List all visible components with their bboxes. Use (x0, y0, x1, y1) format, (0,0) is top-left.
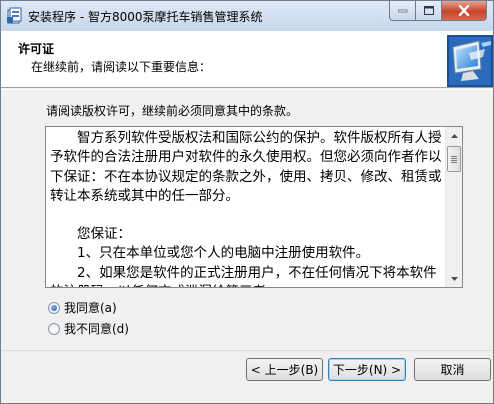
license-paragraph-2: 您保证： (50, 226, 131, 243)
arrow-up-icon (450, 133, 458, 138)
close-icon (458, 5, 470, 16)
license-paragraph-3: 1、只在本单位或您个人的电脑中注册使用软件。 (50, 245, 370, 262)
thumb-grip-line (451, 156, 457, 157)
scroll-up-button[interactable] (446, 127, 462, 144)
installer-icon (7, 7, 23, 24)
thumb-grip-line (451, 162, 457, 163)
window-title: 安装程序 - 智方8000泵摩托车销售管理系统 (28, 10, 263, 24)
scroll-thumb[interactable] (447, 146, 461, 172)
next-button[interactable]: 下一步(N) > (328, 358, 406, 381)
decline-radio[interactable] (48, 322, 60, 335)
title-bar[interactable]: 安装程序 - 智方8000泵摩托车销售管理系统 (1, 1, 493, 31)
license-paragraph-1: 智方系列软件受版权法和国际公约的保护。软件版权所有人授予软件的合法注册用户对软件… (50, 130, 442, 204)
thumb-grip-line (451, 158, 457, 159)
accept-radio[interactable] (48, 301, 60, 314)
license-scrollbar[interactable] (445, 127, 462, 287)
computer-monitor-icon (445, 33, 494, 89)
page-subtitle: 在继续前，请阅读以下重要信息： (31, 60, 212, 74)
license-text: 智方系列软件受版权法和国际公约的保护。软件版权所有人授予软件的合法注册用户对软件… (50, 129, 444, 287)
license-blank-line (50, 206, 444, 225)
page-title: 许可证 (18, 42, 55, 56)
cancel-button[interactable]: 取消 (414, 358, 491, 381)
license-textbox[interactable]: 智方系列软件受版权法和国际公约的保护。软件版权所有人授予软件的合法注册用户对软件… (45, 126, 463, 288)
back-button[interactable]: < 上一步(B) (246, 358, 323, 381)
header-divider (1, 89, 493, 90)
minimize-icon (397, 9, 407, 12)
installer-window: 安装程序 - 智方8000泵摩托车销售管理系统 许可证 在继续前，请阅读以下重要… (0, 0, 494, 404)
wizard-header: 许可证 在继续前，请阅读以下重要信息： (1, 31, 493, 88)
caption-buttons (389, 1, 487, 21)
footer-divider (1, 350, 493, 351)
scroll-down-button[interactable] (446, 270, 462, 287)
decline-label: 我不同意(d) (64, 322, 129, 336)
maximize-button[interactable] (416, 1, 442, 21)
close-button[interactable] (442, 1, 487, 21)
minimize-button[interactable] (389, 1, 416, 21)
thumb-grip-line (451, 160, 457, 161)
accept-option[interactable]: 我同意(a) (48, 299, 117, 316)
license-prompt: 请阅读版权许可，继续前必须同意其中的条款。 (46, 104, 299, 118)
accept-label: 我同意(a) (64, 301, 117, 315)
decline-option[interactable]: 我不同意(d) (48, 320, 129, 337)
maximize-icon (423, 6, 434, 15)
license-paragraph-4: 2、如果您是软件的正式注册用户，不在任何情况下将本软件的注册码，以任何方式泄漏给… (50, 264, 437, 287)
arrow-down-icon (450, 276, 458, 281)
